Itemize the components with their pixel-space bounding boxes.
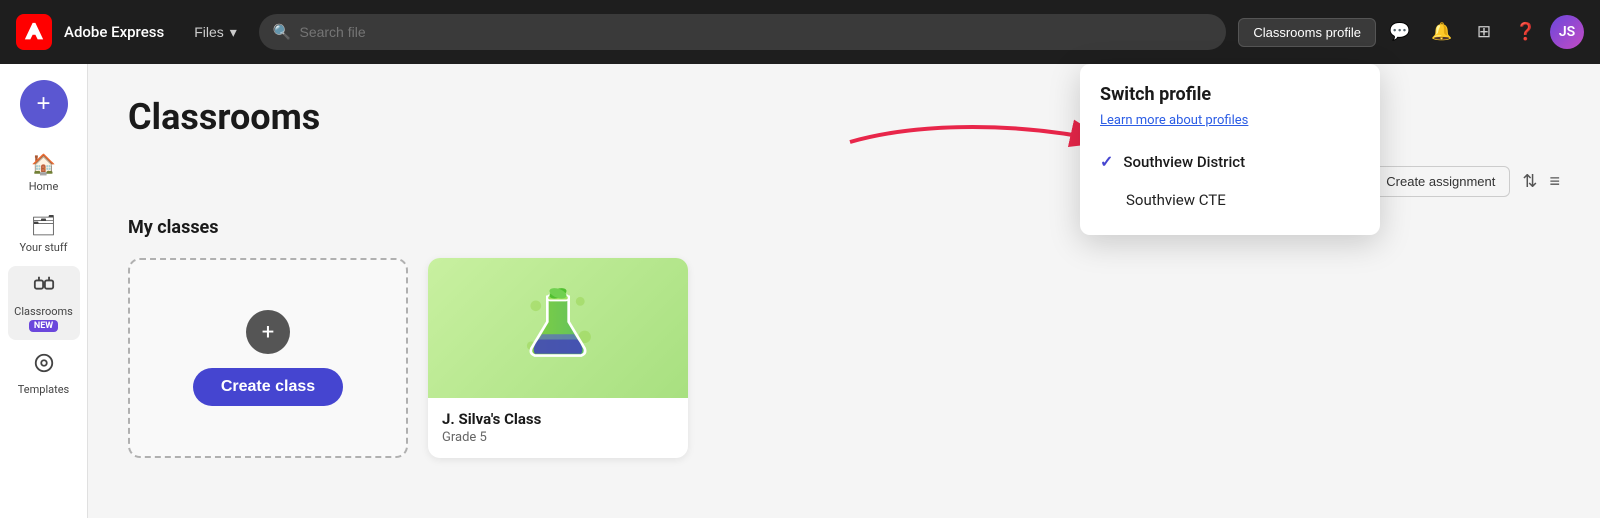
- classes-grid: + Create class: [128, 258, 1560, 458]
- class-card-name: J. Silva's Class: [442, 410, 674, 428]
- help-icon: ❓: [1515, 22, 1536, 42]
- chevron-down-icon: ▾: [230, 24, 237, 41]
- app-name: Adobe Express: [64, 23, 164, 41]
- new-badge: NEW: [29, 320, 58, 332]
- chat-icon-button[interactable]: 💬: [1382, 14, 1418, 50]
- topnav: Adobe Express Files ▾ 🔍 Classrooms profi…: [0, 0, 1600, 64]
- switch-profile-panel: Switch profile Learn more about profiles…: [1080, 64, 1380, 235]
- class-card-grade: Grade 5: [442, 430, 674, 445]
- folder-icon: 🗂: [31, 213, 56, 237]
- create-class-card[interactable]: + Create class: [128, 258, 408, 458]
- create-assignment-button[interactable]: Create assignment: [1371, 166, 1510, 197]
- classrooms-profile-button[interactable]: Classrooms profile: [1238, 18, 1376, 47]
- grid-icon: ⊞: [1477, 22, 1491, 42]
- sidebar-add-button[interactable]: +: [20, 80, 68, 128]
- templates-icon: [33, 352, 55, 379]
- apps-icon-button[interactable]: ⊞: [1466, 14, 1502, 50]
- bell-icon: 🔔: [1431, 22, 1452, 42]
- sort-icon-button[interactable]: ⇅: [1522, 171, 1537, 192]
- sidebar-item-home[interactable]: 🏠 Home: [8, 144, 80, 201]
- nav-actions: Classrooms profile 💬 🔔 ⊞ ❓ JS: [1238, 14, 1584, 50]
- sidebar-item-classrooms[interactable]: Classrooms NEW: [8, 266, 80, 340]
- class-card-info: J. Silva's Class Grade 5: [428, 398, 688, 457]
- sidebar-item-your-stuff[interactable]: 🗂 Your stuff: [8, 205, 80, 262]
- search-bar[interactable]: 🔍: [259, 14, 1227, 50]
- notifications-icon-button[interactable]: 🔔: [1424, 14, 1460, 50]
- class-card-silva[interactable]: J. Silva's Class Grade 5: [428, 258, 688, 458]
- help-icon-button[interactable]: ❓: [1508, 14, 1544, 50]
- flask-illustration: [518, 288, 598, 368]
- class-card-image: [428, 258, 688, 398]
- profile-option-southview-district[interactable]: ✓ Southview District: [1080, 142, 1380, 181]
- search-input[interactable]: [299, 24, 1212, 40]
- chat-icon: 💬: [1389, 22, 1410, 42]
- sort-icon: ⇅: [1522, 171, 1537, 191]
- adobe-logo[interactable]: [16, 14, 52, 50]
- create-class-plus-icon: +: [246, 310, 290, 354]
- list-icon: ≡: [1549, 171, 1560, 191]
- create-class-button[interactable]: Create class: [193, 368, 343, 406]
- home-icon: 🏠: [31, 152, 56, 176]
- sidebar: + 🏠 Home 🗂 Your stuff Classrooms NEW: [0, 64, 88, 518]
- files-dropdown[interactable]: Files ▾: [184, 18, 247, 47]
- checkmark-icon: ✓: [1100, 152, 1113, 171]
- sidebar-item-templates[interactable]: Templates: [8, 344, 80, 404]
- classrooms-icon: [33, 274, 55, 301]
- switch-profile-title: Switch profile: [1080, 84, 1380, 113]
- user-avatar[interactable]: JS: [1550, 15, 1584, 49]
- search-icon: 🔍: [273, 23, 292, 41]
- learn-more-link[interactable]: Learn more about profiles: [1080, 113, 1380, 128]
- profile-option-southview-cte[interactable]: Southview CTE: [1080, 181, 1380, 219]
- list-view-icon-button[interactable]: ≡: [1549, 171, 1560, 192]
